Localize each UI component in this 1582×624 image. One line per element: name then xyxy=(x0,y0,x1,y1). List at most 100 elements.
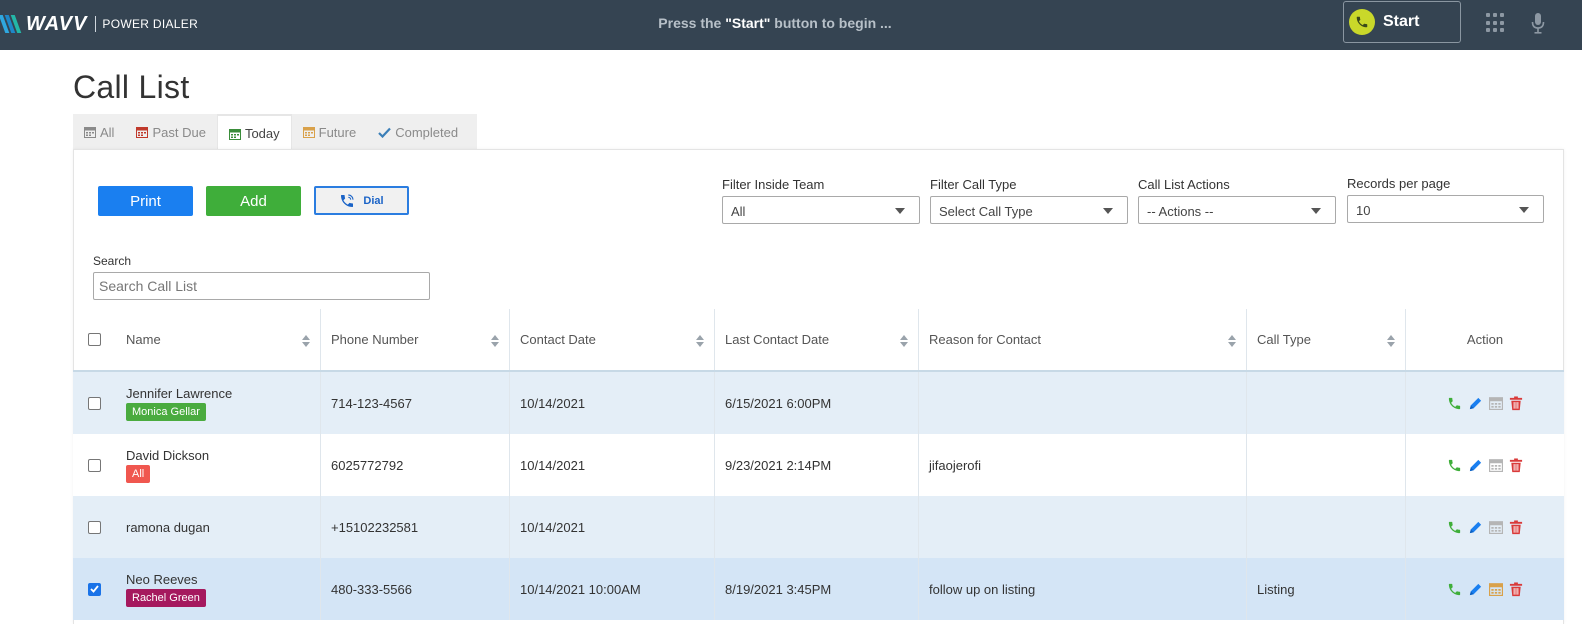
action-cell xyxy=(1406,372,1564,434)
action-cell xyxy=(1406,558,1564,620)
sort-icon xyxy=(302,335,310,347)
start-button[interactable]: Start xyxy=(1343,1,1461,43)
call-icon[interactable] xyxy=(1447,458,1462,473)
dialpad-icon[interactable] xyxy=(1486,13,1504,33)
microphone-icon[interactable] xyxy=(1531,13,1545,35)
last-contact-cell: 6/15/2021 6:00PM xyxy=(715,372,919,434)
delete-icon[interactable] xyxy=(1509,581,1523,597)
select-all-cell xyxy=(73,309,116,370)
phone-cell: 714-123-4567 xyxy=(321,372,510,434)
edit-icon[interactable] xyxy=(1468,458,1483,473)
edit-icon[interactable] xyxy=(1468,520,1483,535)
start-label: Start xyxy=(1383,13,1420,30)
call-list-actions-select[interactable]: -- Actions -- xyxy=(1138,196,1336,224)
contact-name[interactable]: ramona dugan xyxy=(126,520,210,535)
table-row[interactable]: Neo Reeves Rachel Green 480-333-5566 10/14/… xyxy=(73,558,1564,620)
row-checkbox[interactable] xyxy=(88,520,101,534)
tab-completed[interactable]: Completed xyxy=(367,114,469,150)
edit-icon[interactable] xyxy=(1468,396,1483,411)
tab-bar: All Past Due Today Future Completed xyxy=(73,114,477,151)
filter-team-label: Filter Inside Team xyxy=(722,177,825,192)
row-checkbox[interactable] xyxy=(88,458,101,472)
contact-name[interactable]: Jennifer Lawrence xyxy=(126,386,232,401)
phone-cell: 480-333-5566 xyxy=(321,558,510,620)
column-header-contact-date[interactable]: Contact Date xyxy=(510,309,715,370)
filter-type-select[interactable]: Select Call Type xyxy=(930,196,1128,224)
reason-cell xyxy=(919,496,1247,558)
name-cell: Neo Reeves Rachel Green xyxy=(116,558,321,620)
column-header-call-type[interactable]: Call Type xyxy=(1247,309,1406,370)
phone-icon xyxy=(1349,9,1375,35)
delete-icon[interactable] xyxy=(1509,519,1523,535)
table-row[interactable]: Jennifer Lawrence Monica Gellar 714-123-45… xyxy=(73,372,1564,434)
chevron-down-icon xyxy=(1103,208,1113,214)
table-header: Name Phone Number Contact Date Last Cont… xyxy=(73,309,1564,372)
call-list-table: Name Phone Number Contact Date Last Cont… xyxy=(73,309,1564,620)
contact-name[interactable]: David Dickson xyxy=(126,448,209,463)
name-cell: Jennifer Lawrence Monica Gellar xyxy=(116,372,321,434)
schedule-calendar-icon[interactable] xyxy=(1489,582,1503,596)
column-header-last-contact[interactable]: Last Contact Date xyxy=(715,309,919,370)
sort-icon xyxy=(1228,335,1236,347)
chevron-down-icon xyxy=(1311,208,1321,214)
column-header-reason[interactable]: Reason for Contact xyxy=(919,309,1247,370)
chevron-down-icon xyxy=(1519,207,1529,213)
logo-stripes-icon xyxy=(0,15,24,33)
records-per-page-label: Records per page xyxy=(1347,176,1451,191)
schedule-calendar-icon[interactable] xyxy=(1489,396,1503,410)
call-icon[interactable] xyxy=(1447,520,1462,535)
filter-type-label: Filter Call Type xyxy=(930,177,1017,192)
checkmark-icon xyxy=(378,127,392,138)
checkbox-cell xyxy=(73,496,116,558)
filter-team-select[interactable]: All xyxy=(722,196,920,224)
checkbox-cell xyxy=(73,434,116,496)
row-checkbox[interactable] xyxy=(88,396,101,410)
chevron-down-icon xyxy=(895,208,905,214)
name-cell: ramona dugan xyxy=(116,496,321,558)
records-per-page-select[interactable]: 10 xyxy=(1347,195,1544,223)
dial-button[interactable]: Dial xyxy=(314,186,409,215)
sort-icon xyxy=(491,335,499,347)
top-bar: WAVV POWER DIALER Press the "Start" butt… xyxy=(0,0,1582,50)
print-button[interactable]: Print xyxy=(98,186,193,216)
tab-future[interactable]: Future xyxy=(292,114,368,150)
logo-subtitle: POWER DIALER xyxy=(102,17,199,31)
search-input[interactable] xyxy=(93,272,430,300)
calendar-icon xyxy=(302,126,315,138)
calendar-icon xyxy=(136,126,149,138)
logo-separator xyxy=(95,16,97,32)
table-row[interactable]: ramona dugan +15102232581 10/14/2021 xyxy=(73,496,1564,558)
tab-today[interactable]: Today xyxy=(216,114,292,151)
add-button[interactable]: Add xyxy=(206,186,301,216)
wavv-logo: WAVV POWER DIALER xyxy=(0,12,199,35)
row-checkbox[interactable] xyxy=(88,582,101,596)
call-icon[interactable] xyxy=(1447,582,1462,597)
schedule-calendar-icon[interactable] xyxy=(1489,458,1503,472)
schedule-calendar-icon[interactable] xyxy=(1489,520,1503,534)
name-cell: David Dickson All xyxy=(116,434,321,496)
checkbox-cell xyxy=(73,558,116,620)
dial-label: Dial xyxy=(363,194,384,207)
checkbox-cell xyxy=(73,372,116,434)
column-header-name[interactable]: Name xyxy=(116,309,321,370)
call-icon[interactable] xyxy=(1447,396,1462,411)
status-message: Press the "Start" button to begin ... xyxy=(658,15,892,31)
action-cell xyxy=(1406,496,1564,558)
contact-name[interactable]: Neo Reeves xyxy=(126,572,198,587)
delete-icon[interactable] xyxy=(1509,395,1523,411)
sort-icon xyxy=(1387,335,1395,347)
contact-date-cell: 10/14/2021 xyxy=(510,496,715,558)
tab-all[interactable]: All xyxy=(73,114,125,150)
phone-dial-icon xyxy=(341,193,355,207)
delete-icon[interactable] xyxy=(1509,457,1523,473)
select-all-checkbox[interactable] xyxy=(88,333,101,346)
call-type-cell xyxy=(1247,372,1406,434)
edit-icon[interactable] xyxy=(1468,582,1483,597)
logo-word: WAVV xyxy=(26,12,88,35)
column-header-phone[interactable]: Phone Number xyxy=(321,309,510,370)
phone-cell: +15102232581 xyxy=(321,496,510,558)
reason-cell: follow up on listing xyxy=(919,558,1247,620)
call-type-cell: Listing xyxy=(1247,558,1406,620)
table-row[interactable]: David Dickson All 6025772792 10/14/2021 9/23… xyxy=(73,434,1564,496)
tab-past-due[interactable]: Past Due xyxy=(125,114,216,150)
